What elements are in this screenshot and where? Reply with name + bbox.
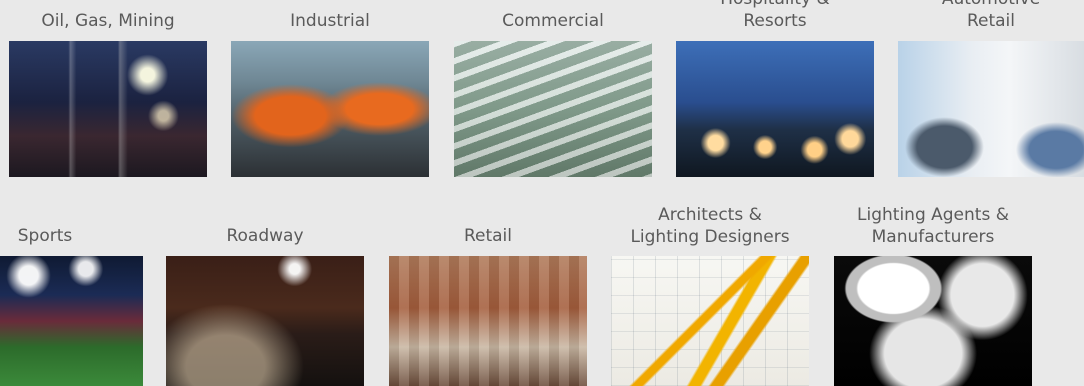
category-image[interactable] bbox=[0, 256, 143, 386]
category-label: Roadway bbox=[226, 226, 304, 246]
category-image[interactable] bbox=[389, 256, 587, 386]
category-image[interactable] bbox=[231, 41, 429, 177]
category-tile-oil-gas-mining[interactable]: Oil, Gas, Mining bbox=[9, 0, 207, 178]
category-label: Lighting Agents & Manufacturers bbox=[857, 205, 1009, 247]
category-image[interactable] bbox=[611, 256, 809, 386]
category-label: Retail bbox=[463, 226, 513, 246]
category-image[interactable] bbox=[676, 41, 874, 177]
category-label: Hospitality & Resorts bbox=[720, 0, 829, 31]
category-image[interactable] bbox=[898, 41, 1084, 177]
category-label: Automotive Retail bbox=[942, 0, 1040, 31]
category-image[interactable] bbox=[9, 41, 207, 177]
category-label: Sports bbox=[17, 226, 73, 246]
category-image[interactable] bbox=[834, 256, 1032, 386]
category-label: Commercial bbox=[502, 11, 604, 31]
category-tile-lighting-agents-manufacturers[interactable]: Lighting Agents & Manufacturers bbox=[834, 200, 1032, 386]
category-image[interactable] bbox=[454, 41, 652, 177]
category-label: Industrial bbox=[290, 11, 370, 31]
category-tile-roadway[interactable]: Roadway bbox=[166, 224, 364, 386]
category-tile-hospitality-resorts[interactable]: Hospitality & Resorts bbox=[676, 0, 874, 178]
category-tile-architects-lighting-designers[interactable]: Architects & Lighting Designers bbox=[611, 200, 809, 386]
category-tile-sports[interactable]: Sports bbox=[0, 224, 143, 386]
category-tile-automotive-retail[interactable]: Automotive Retail bbox=[898, 0, 1084, 178]
category-label: Architects & Lighting Designers bbox=[630, 205, 790, 247]
category-label: Oil, Gas, Mining bbox=[41, 11, 175, 31]
category-tile-industrial[interactable]: Industrial bbox=[231, 0, 429, 178]
category-tile-retail[interactable]: Retail bbox=[389, 224, 587, 386]
category-image[interactable] bbox=[166, 256, 364, 386]
category-tile-commercial[interactable]: Commercial bbox=[454, 0, 652, 178]
